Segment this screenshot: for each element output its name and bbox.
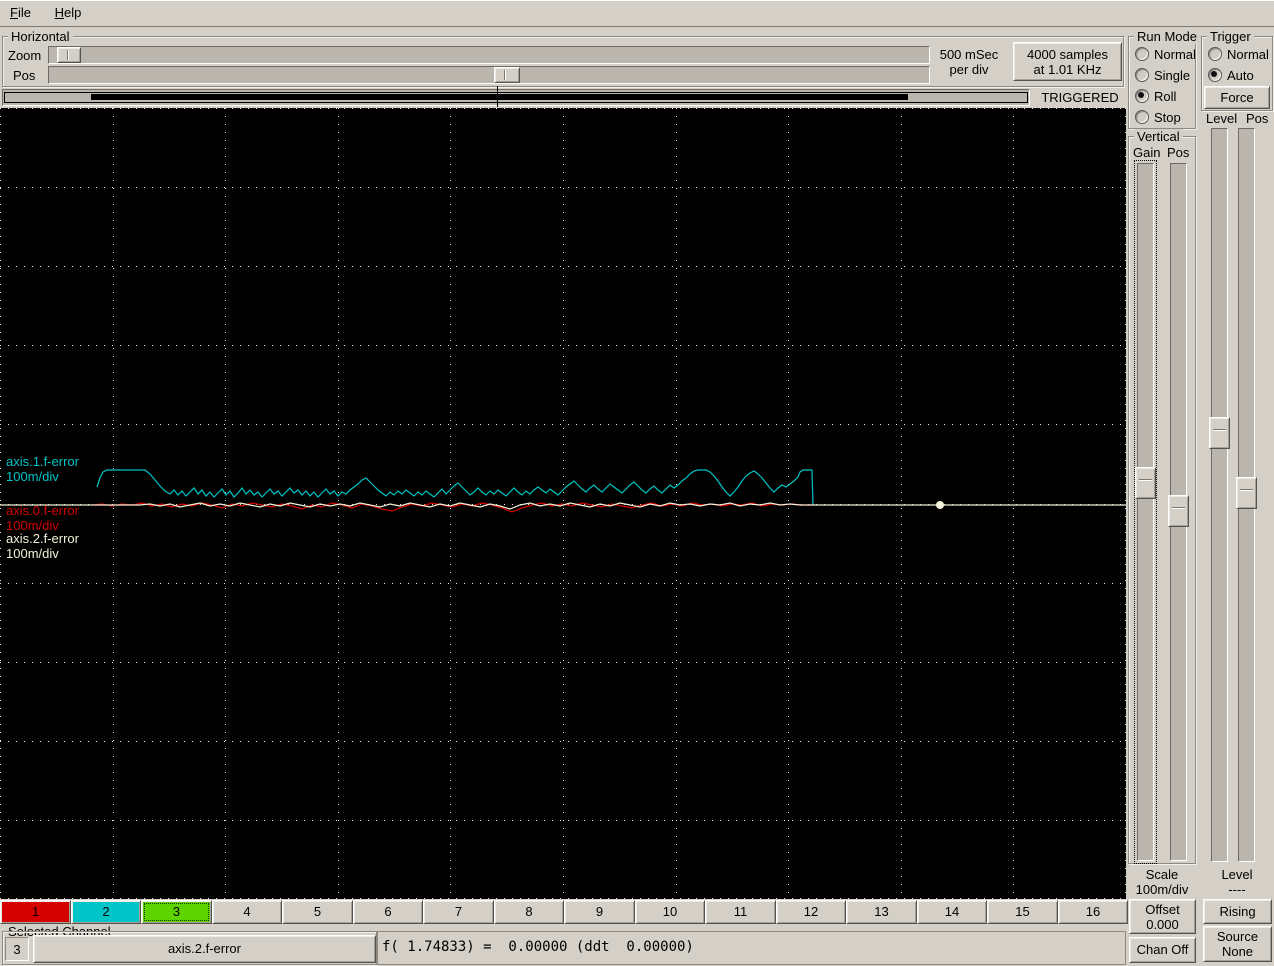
- channel-button-8[interactable]: 8: [494, 900, 564, 924]
- scope-display[interactable]: axis.1.f-error100m/divaxis.0.f-error100m…: [0, 108, 1126, 899]
- channel-button-12[interactable]: 12: [776, 900, 846, 924]
- triggered-status: TRIGGERED: [1036, 90, 1124, 105]
- trigger-level-slider-handle[interactable]: [1209, 417, 1230, 449]
- run-mode-option-label: Single: [1154, 68, 1190, 83]
- channel-button-15[interactable]: 15: [987, 900, 1058, 924]
- radio-icon: [1135, 68, 1149, 82]
- trigger-option-auto[interactable]: Auto: [1208, 66, 1254, 84]
- menu-bar: File Help: [0, 0, 1274, 27]
- channel-button-1[interactable]: 1: [0, 900, 71, 924]
- trace-name: axis.1.f-error: [6, 454, 79, 469]
- channel-button-4[interactable]: 4: [212, 900, 282, 924]
- scale-readout: Scale 100m/div: [1128, 867, 1196, 897]
- vertical-pos-slider-handle[interactable]: [1168, 495, 1189, 527]
- channel-source-button[interactable]: axis.2.f-error: [33, 935, 376, 963]
- radio-icon: [1135, 110, 1149, 124]
- trace-name: axis.2.f-error: [6, 531, 79, 546]
- channel-button-5[interactable]: 5: [282, 900, 353, 924]
- vertical-group-label: Vertical: [1134, 129, 1183, 144]
- run-mode-group: Run Mode NormalSingleRollStop: [1128, 36, 1196, 129]
- run-mode-option-label: Roll: [1154, 89, 1176, 104]
- horizontal-group-label: Horizontal: [8, 29, 73, 44]
- channel-button-2[interactable]: 2: [71, 900, 141, 924]
- channel-button-9[interactable]: 9: [564, 900, 635, 924]
- samples-button[interactable]: 4000 samples at 1.01 KHz: [1013, 42, 1122, 81]
- radio-icon: [1135, 89, 1149, 103]
- channel-button-16[interactable]: 16: [1058, 900, 1128, 924]
- channel-button-7[interactable]: 7: [423, 900, 494, 924]
- trigger-level-slider[interactable]: [1211, 128, 1228, 862]
- trigger-level-readout: Level ----: [1202, 867, 1272, 897]
- vertical-pos-label: Pos: [1167, 145, 1189, 160]
- probe-marker: [936, 501, 944, 509]
- horizontal-pos-slider-handle[interactable]: [494, 67, 520, 83]
- trigger-source-button[interactable]: Source None: [1203, 926, 1272, 962]
- channel-button-14[interactable]: 14: [917, 900, 987, 924]
- trace-name: axis.0.f-error: [6, 503, 79, 518]
- trigger-pos-label: Pos: [1246, 111, 1268, 126]
- timebase-readout: 500 mSec per div: [928, 47, 1010, 77]
- trigger-option-normal[interactable]: Normal: [1208, 45, 1269, 63]
- trigger-option-label: Normal: [1227, 47, 1269, 62]
- value-readout: f( 1.74833) = 0.00000 (ddt 0.00000): [382, 939, 694, 955]
- run-mode-option-roll[interactable]: Roll: [1135, 87, 1176, 105]
- run-mode-option-single[interactable]: Single: [1135, 66, 1190, 84]
- channel-button-10[interactable]: 10: [635, 900, 705, 924]
- run-mode-option-label: Stop: [1154, 110, 1181, 125]
- trace-axis.1.f-error: [97, 470, 813, 505]
- chan-off-button[interactable]: Chan Off: [1129, 937, 1196, 963]
- radio-icon: [1208, 68, 1222, 82]
- trigger-level-label: Level: [1206, 111, 1237, 126]
- run-mode-group-label: Run Mode: [1134, 29, 1200, 44]
- trigger-position-tick: [497, 86, 498, 107]
- radio-icon: [1208, 47, 1222, 61]
- pos-label: Pos: [13, 68, 35, 83]
- trace-scale: 100m/div: [6, 469, 79, 484]
- radio-icon: [1135, 47, 1149, 61]
- channel-button-6[interactable]: 6: [353, 900, 423, 924]
- zoom-slider-handle[interactable]: [57, 47, 81, 63]
- channel-button-13[interactable]: 13: [846, 900, 917, 924]
- channel-button-11[interactable]: 11: [705, 900, 776, 924]
- zoom-label: Zoom: [8, 48, 41, 63]
- run-mode-option-label: Normal: [1154, 47, 1196, 62]
- rising-button[interactable]: Rising: [1203, 899, 1272, 924]
- value-readout-box: f( 1.74833) = 0.00000 (ddt 0.00000): [377, 931, 1126, 965]
- gain-slider[interactable]: [1137, 163, 1154, 861]
- trace-label-axis.1.f-error: axis.1.f-error100m/div: [6, 454, 79, 484]
- menu-file[interactable]: File: [0, 0, 41, 26]
- trigger-pos-slider-handle[interactable]: [1236, 477, 1257, 509]
- selected-channel-number: 3: [5, 937, 29, 961]
- run-mode-option-normal[interactable]: Normal: [1135, 45, 1196, 63]
- trace-label-axis.0.f-error: axis.0.f-error100m/div: [6, 503, 79, 533]
- gain-slider-handle[interactable]: [1135, 467, 1156, 499]
- trace-label-axis.2.f-error: axis.2.f-error100m/div: [6, 531, 79, 561]
- trigger-group-label: Trigger: [1207, 29, 1254, 44]
- channel-button-3[interactable]: 3: [141, 900, 212, 924]
- halscope-window: { "menu": { "items": [ {"label": "File"}…: [0, 0, 1274, 966]
- offset-button[interactable]: Offset 0.000: [1129, 899, 1196, 934]
- horizontal-pos-slider[interactable]: [48, 66, 930, 84]
- trigger-option-label: Auto: [1227, 68, 1254, 83]
- run-mode-option-stop[interactable]: Stop: [1135, 108, 1181, 126]
- record-fill-bar: [91, 94, 908, 100]
- force-button[interactable]: Force: [1204, 86, 1270, 109]
- zoom-slider[interactable]: [48, 46, 930, 64]
- gain-label: Gain: [1133, 145, 1160, 160]
- menu-help[interactable]: Help: [45, 0, 92, 26]
- trace-scale: 100m/div: [6, 546, 79, 561]
